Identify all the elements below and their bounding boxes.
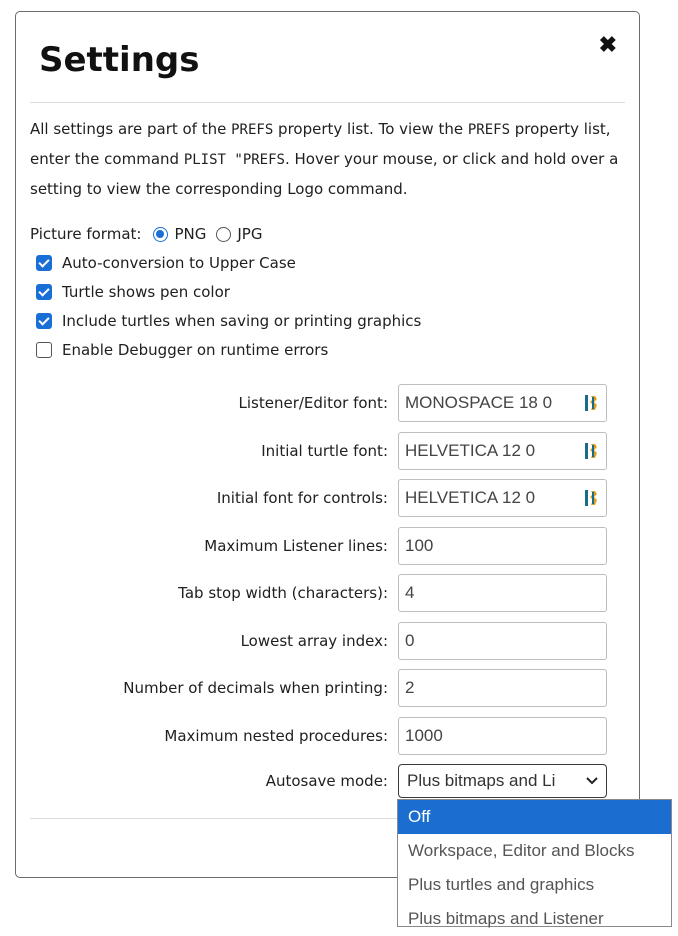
- tab-stop-width-input[interactable]: 4: [398, 574, 607, 612]
- field-value: 2: [405, 678, 415, 697]
- jpg-radio-label[interactable]: JPG: [237, 225, 262, 243]
- field-value: 0: [405, 631, 415, 650]
- field-value: 100: [405, 536, 434, 555]
- autosave-dropdown-list: Off Workspace, Editor and Blocks Plus tu…: [397, 799, 672, 928]
- max-nested-procedures-label: Maximum nested procedures:: [164, 727, 388, 745]
- font-picker-icon[interactable]: [582, 393, 600, 413]
- png-radio-label[interactable]: PNG: [174, 225, 206, 243]
- font-picker-icon[interactable]: [582, 488, 600, 508]
- autosave-option-bitmaps[interactable]: Plus bitmaps and Listener: [398, 902, 671, 936]
- close-icon[interactable]: ✖: [599, 34, 617, 56]
- checkbox-row[interactable]: Include turtles when saving or printing …: [30, 312, 421, 330]
- png-radio[interactable]: [153, 226, 169, 242]
- checkbox-label[interactable]: Include turtles when saving or printing …: [62, 312, 421, 330]
- enable-debugger-checkbox[interactable]: [36, 342, 52, 358]
- turtle-pen-color-checkbox[interactable]: [36, 284, 52, 300]
- lowest-array-index-input[interactable]: 0: [398, 622, 607, 660]
- jpg-radio[interactable]: [216, 226, 232, 242]
- max-listener-lines-label: Maximum Listener lines:: [204, 537, 388, 555]
- desc-code: PLIST "PREFS: [183, 152, 285, 168]
- turtle-font-field[interactable]: HELVETICA 12 0: [398, 432, 607, 470]
- checkbox-row[interactable]: Enable Debugger on runtime errors: [30, 341, 328, 359]
- settings-description: All settings are part of the PREFS prope…: [30, 115, 630, 204]
- checkbox-label[interactable]: Turtle shows pen color: [62, 283, 230, 301]
- autosave-option-turtles[interactable]: Plus turtles and graphics: [398, 868, 671, 902]
- checkbox-label[interactable]: Enable Debugger on runtime errors: [62, 341, 328, 359]
- turtle-font-label: Initial turtle font:: [261, 442, 388, 460]
- divider: [30, 102, 625, 103]
- controls-font-field[interactable]: HELVETICA 12 0: [398, 479, 607, 517]
- listener-font-field[interactable]: MONOSPACE 18 0: [398, 384, 607, 422]
- lowest-array-index-label: Lowest array index:: [240, 632, 388, 650]
- settings-dialog: Settings ✖ All settings are part of the …: [15, 11, 640, 878]
- tab-stop-width-label: Tab stop width (characters):: [178, 584, 388, 602]
- field-value: 4: [405, 583, 415, 602]
- dialog-title: Settings: [39, 40, 200, 80]
- include-turtles-checkbox[interactable]: [36, 313, 52, 329]
- desc-code: PREFS: [231, 122, 274, 138]
- picture-format-row: Picture format: PNG JPG: [30, 225, 262, 243]
- field-value: 1000: [405, 726, 443, 745]
- chevron-down-icon: [586, 777, 598, 785]
- auto-uppercase-checkbox[interactable]: [36, 255, 52, 271]
- checkbox-row[interactable]: Auto-conversion to Upper Case: [30, 254, 296, 272]
- listener-font-label: Listener/Editor font:: [238, 394, 388, 412]
- autosave-option-workspace[interactable]: Workspace, Editor and Blocks: [398, 834, 671, 868]
- decimals-input[interactable]: 2: [398, 669, 607, 707]
- max-listener-lines-input[interactable]: 100: [398, 527, 607, 565]
- field-value: HELVETICA 12 0: [405, 488, 536, 507]
- decimals-label: Number of decimals when printing:: [123, 679, 388, 697]
- autosave-mode-label: Autosave mode:: [265, 772, 388, 790]
- checkbox-row[interactable]: Turtle shows pen color: [30, 283, 230, 301]
- desc-text: All settings are part of the: [30, 120, 232, 138]
- autosave-option-off[interactable]: Off: [398, 800, 671, 834]
- field-value: MONOSPACE 18 0: [405, 393, 553, 412]
- field-value: HELVETICA 12 0: [405, 441, 536, 460]
- select-value: Plus bitmaps and Li: [407, 771, 556, 790]
- controls-font-label: Initial font for controls:: [216, 489, 388, 507]
- checkbox-label[interactable]: Auto-conversion to Upper Case: [62, 254, 296, 272]
- desc-text: property list. To view the: [273, 120, 468, 138]
- desc-code: PREFS: [467, 122, 511, 138]
- picture-format-label: Picture format:: [30, 225, 142, 243]
- max-nested-procedures-input[interactable]: 1000: [398, 717, 607, 755]
- autosave-mode-select[interactable]: Plus bitmaps and Li: [398, 764, 607, 798]
- font-picker-icon[interactable]: [582, 441, 600, 461]
